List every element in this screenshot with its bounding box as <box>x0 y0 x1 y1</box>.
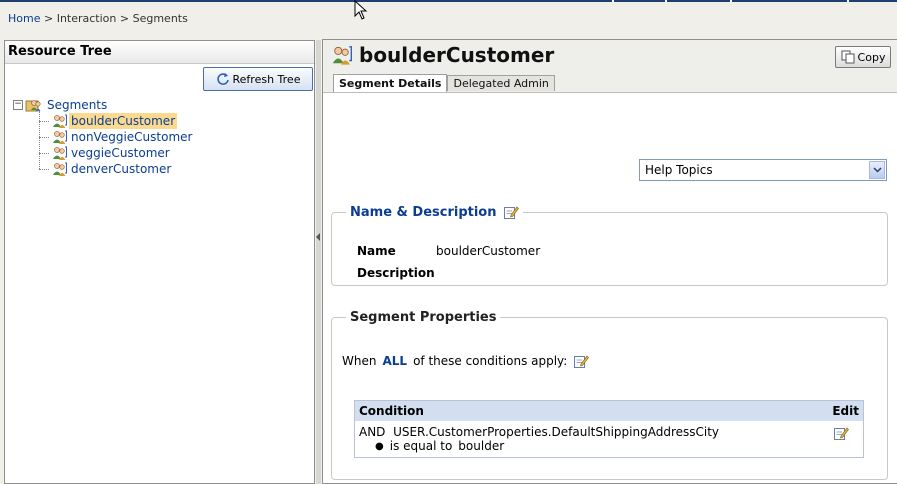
name-label: Name <box>357 244 396 258</box>
breadcrumb-home-link[interactable]: Home <box>8 12 40 25</box>
top-bar-divider <box>847 0 849 2</box>
table-row: AND USER.CustomerProperties.DefaultShipp… <box>355 421 864 458</box>
title-row: boulderCustomer <box>329 43 554 67</box>
copy-label: Copy <box>857 50 886 64</box>
edit-cell <box>815 421 864 458</box>
name-value: boulderCustomer <box>436 244 541 258</box>
condition-property: USER.CustomerProperties.DefaultShippingA… <box>393 425 720 439</box>
segment-people-icon <box>51 129 67 145</box>
tree-item-label[interactable]: boulderCustomer <box>69 113 178 129</box>
condition-value: boulder <box>458 439 505 453</box>
segment-people-icon <box>329 44 353 66</box>
segment-properties-legend: Segment Properties <box>350 310 497 325</box>
when-conditions-line: When ALL of these conditions apply: <box>342 353 590 369</box>
help-topics-value: Help Topics <box>645 163 713 177</box>
tab-segment-details[interactable]: Segment Details <box>333 74 448 92</box>
help-topics-select[interactable]: Help Topics <box>639 159 887 181</box>
table-header-row: Condition Edit <box>354 400 864 421</box>
breadcrumb: Home > Interaction > Segments <box>8 12 188 25</box>
segment-people-icon <box>51 113 67 129</box>
top-bar <box>0 0 897 2</box>
when-mode: ALL <box>382 354 408 368</box>
tree-item-label[interactable]: denverCustomer <box>69 161 173 177</box>
condition-main-line: AND USER.CustomerProperties.DefaultShipp… <box>359 425 811 439</box>
breadcrumb-current: Segments <box>132 12 188 25</box>
name-description-legend: Name & Description <box>346 204 523 220</box>
tree-item[interactable]: boulderCustomer <box>39 113 194 129</box>
condition-cell: AND USER.CustomerProperties.DefaultShipp… <box>355 421 816 458</box>
collapse-panel-arrow-icon[interactable] <box>316 233 320 241</box>
segment-people-icon <box>51 161 67 177</box>
when-suffix: of these conditions apply: <box>413 354 568 368</box>
tab-delegated-admin[interactable]: Delegated Admin <box>447 75 555 91</box>
detail-header: boulderCustomer Copy Segment Details Del… <box>323 40 897 93</box>
segment-properties-section: Segment Properties When ALL of these con… <box>331 310 888 480</box>
condition-sub-line: ● is equal to boulder <box>359 439 811 453</box>
chevron-down-icon[interactable] <box>869 161 885 179</box>
mouse-cursor-icon <box>354 0 368 20</box>
tree-item-label[interactable]: veggieCustomer <box>69 145 172 161</box>
tree-root-label[interactable]: Segments <box>45 97 109 113</box>
tree-item[interactable]: veggieCustomer <box>39 145 194 161</box>
panel-splitter[interactable] <box>316 40 321 484</box>
edit-pencil-icon[interactable] <box>503 204 519 220</box>
breadcrumb-separator: > <box>43 12 54 25</box>
segment-folder-icon <box>25 97 43 113</box>
refresh-icon <box>216 72 230 86</box>
top-bar-divider <box>612 0 614 2</box>
tree-item[interactable]: denverCustomer <box>39 161 194 177</box>
refresh-tree-label: Refresh Tree <box>232 72 301 86</box>
tree-item-label[interactable]: nonVeggieCustomer <box>69 129 194 145</box>
breadcrumb-separator: > <box>119 12 130 25</box>
segment-people-icon <box>51 145 67 161</box>
description-label: Description <box>357 266 435 280</box>
top-bar-divider <box>730 0 732 2</box>
name-description-title: Name & Description <box>350 204 497 220</box>
column-header-condition: Condition <box>354 400 815 421</box>
tree-item[interactable]: nonVeggieCustomer <box>39 129 194 145</box>
resource-tree-title: Resource Tree <box>5 41 314 64</box>
top-bar-divider <box>665 0 667 2</box>
copy-icon <box>841 50 855 64</box>
tree-root-segments[interactable]: − Segments <box>13 97 194 113</box>
collapse-toggle-icon[interactable]: − <box>13 100 23 110</box>
copy-button[interactable]: Copy <box>835 46 891 68</box>
bullet-icon: ● <box>375 440 384 452</box>
condition-comparison: is equal to <box>389 439 453 453</box>
edit-pencil-icon[interactable] <box>833 425 849 441</box>
tree-children: boulderCustomer nonVeggieCustomer veggie… <box>39 111 194 177</box>
when-prefix: When <box>342 354 377 368</box>
breadcrumb-interaction: Interaction <box>56 12 117 25</box>
resource-tree-panel: Resource Tree Refresh Tree − Segments bo… <box>4 40 315 484</box>
column-header-edit: Edit <box>815 400 864 421</box>
condition-operator: AND <box>359 425 386 439</box>
page-title: boulderCustomer <box>359 43 555 67</box>
name-description-section: Name & Description Name boulderCustomer … <box>331 204 888 286</box>
refresh-tree-button[interactable]: Refresh Tree <box>203 67 313 91</box>
edit-pencil-icon[interactable] <box>573 353 590 369</box>
segment-tree: − Segments boulderCustomer nonVeggieCust… <box>13 97 194 177</box>
detail-tabs: Segment Details Delegated Admin <box>333 74 555 92</box>
segment-detail-panel: boulderCustomer Copy Segment Details Del… <box>322 39 897 484</box>
conditions-table: Condition Edit AND USER.CustomerProperti… <box>354 400 864 458</box>
